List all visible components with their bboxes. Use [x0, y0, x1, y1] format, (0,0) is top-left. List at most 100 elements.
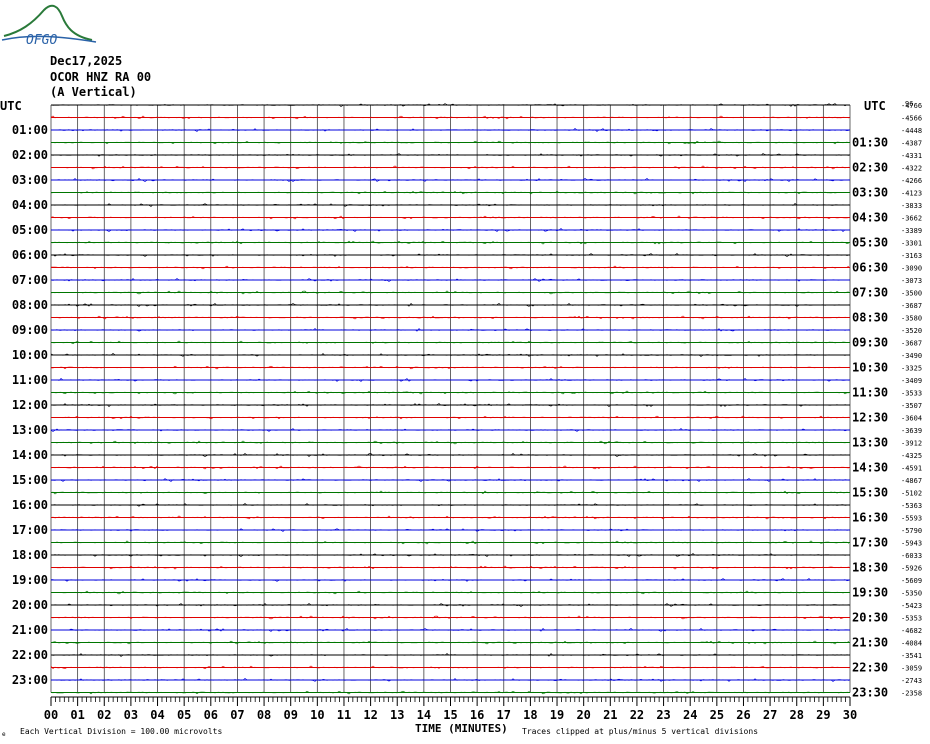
- right-half-hour-label: 20:30: [852, 611, 888, 625]
- seismic-trace: [50, 565, 850, 570]
- x-tick-label: 15: [443, 708, 457, 722]
- offset-value: -5943: [901, 540, 922, 548]
- right-half-hour-label: 19:30: [852, 586, 888, 600]
- offset-value: -4591: [901, 465, 922, 473]
- right-half-hour-label: 10:30: [852, 361, 888, 375]
- seismic-trace: [50, 140, 850, 145]
- seismic-trace: [50, 503, 850, 507]
- x-tick-label: 24: [683, 708, 697, 722]
- x-tick-label: 09: [283, 708, 297, 722]
- left-hour-label: 19:00: [12, 573, 48, 587]
- offset-value: -5423: [901, 602, 922, 610]
- right-utc-title: UTC: [864, 99, 886, 113]
- offset-value: -4566: [901, 115, 922, 123]
- right-half-hour-label: 12:30: [852, 411, 888, 425]
- seismic-trace: [50, 590, 850, 595]
- offset-value: -3059: [901, 665, 922, 673]
- left-hour-label: 17:00: [12, 523, 48, 537]
- offset-value: -3301: [901, 240, 922, 248]
- offset-value: -3662: [901, 215, 922, 223]
- seismic-trace: [50, 165, 850, 170]
- left-hour-label: 21:00: [12, 623, 48, 637]
- x-tick-label: 05: [177, 708, 191, 722]
- seismic-trace: [50, 665, 850, 670]
- x-axis: 00 01 02 03 04 05 06 07 08 09 10 11 12 13 14 15 16 17 18 19…: [44, 696, 857, 722]
- offset-value: -6033: [901, 552, 922, 560]
- offset-value: -3409: [901, 377, 922, 385]
- right-top-tiny-label: 96: [905, 100, 913, 108]
- right-time-labels: 01:30 02:30 03:30 04:30 05:30 06:30 07:30 08:30…: [852, 136, 888, 700]
- right-half-hour-label: 11:30: [852, 386, 888, 400]
- right-half-hour-label: 22:30: [852, 661, 888, 675]
- offset-value: -3163: [901, 252, 922, 260]
- right-half-hour-label: 14:30: [852, 461, 888, 475]
- offset-value: -3507: [901, 402, 922, 410]
- offset-value: -3325: [901, 365, 922, 373]
- x-tick-label: 01: [70, 708, 84, 722]
- x-tick-label: 03: [124, 708, 138, 722]
- offset-value: -4448: [901, 127, 922, 135]
- footer-right-note: Traces clipped at plus/minus 5 vertical …: [522, 727, 758, 736]
- x-tick-label: 17: [497, 708, 511, 722]
- seismic-trace: [50, 278, 850, 282]
- left-hour-label: 09:00: [12, 323, 48, 337]
- right-half-hour-label: 04:30: [852, 211, 888, 225]
- x-tick-label: 06: [204, 708, 218, 722]
- offset-value: -4322: [901, 165, 922, 173]
- offset-value: -5593: [901, 515, 922, 523]
- x-tick-label: 28: [790, 708, 804, 722]
- left-hour-label: 04:00: [12, 198, 48, 212]
- offset-value: -3912: [901, 440, 922, 448]
- seismic-trace: [50, 265, 850, 270]
- seismic-trace: [50, 528, 850, 532]
- footer-mark: e: [2, 731, 6, 738]
- seismic-trace: [50, 428, 850, 432]
- x-tick-label: 23: [656, 708, 670, 722]
- offset-value: -3687: [901, 340, 922, 348]
- right-half-hour-label: 02:30: [852, 161, 888, 175]
- right-half-hour-label: 08:30: [852, 311, 888, 325]
- offset-value: -2358: [901, 690, 922, 698]
- footer-left-note: Each Vertical Division = 100.00 microvol…: [20, 727, 222, 736]
- seismic-trace: [50, 253, 850, 257]
- offset-value: -5353: [901, 615, 922, 623]
- left-hour-label: 07:00: [12, 273, 48, 287]
- offset-value: -4325: [901, 452, 922, 460]
- x-tick-label: 10: [310, 708, 324, 722]
- right-half-hour-label: 06:30: [852, 261, 888, 275]
- seismic-trace: [50, 653, 850, 657]
- offset-labels: -4766-4566-4448-4387-4331-4322-4266-4123…: [901, 102, 922, 698]
- left-utc-title: UTC: [0, 99, 22, 113]
- x-tick-label: 20: [576, 708, 590, 722]
- x-tick-label: 07: [230, 708, 244, 722]
- x-tick-label: 25: [710, 708, 724, 722]
- seismic-trace: [50, 240, 850, 245]
- right-half-hour-label: 16:30: [852, 511, 888, 525]
- offset-value: -3500: [901, 290, 922, 298]
- offset-value: -3073: [901, 277, 922, 285]
- offset-value: -3520: [901, 327, 922, 335]
- right-half-hour-label: 13:30: [852, 436, 888, 450]
- x-tick-label: 00: [44, 708, 58, 722]
- left-hour-label: 18:00: [12, 548, 48, 562]
- left-hour-label: 03:00: [12, 173, 48, 187]
- offset-value: -2743: [901, 677, 922, 685]
- offset-value: -4084: [901, 640, 922, 648]
- x-tick-label: 16: [470, 708, 484, 722]
- left-hour-label: 05:00: [12, 223, 48, 237]
- seismic-trace: [50, 115, 850, 120]
- offset-value: -4682: [901, 627, 922, 635]
- seismic-trace: [50, 540, 850, 545]
- x-tick-label: 26: [736, 708, 750, 722]
- offset-value: -5102: [901, 490, 922, 498]
- offset-value: -3541: [901, 652, 922, 660]
- x-tick-label: 11: [337, 708, 351, 722]
- helicorder-plot: 01:00 02:00 03:00 04:00 05:00 06:00 07:00 08:00…: [0, 99, 922, 738]
- x-tick-label: 27: [763, 708, 777, 722]
- offset-value: -4331: [901, 152, 922, 160]
- right-half-hour-label: 18:30: [852, 561, 888, 575]
- x-tick-label: 08: [257, 708, 271, 722]
- left-hour-label: 12:00: [12, 398, 48, 412]
- offset-value: -4387: [901, 140, 922, 148]
- x-tick-label: 30: [843, 708, 857, 722]
